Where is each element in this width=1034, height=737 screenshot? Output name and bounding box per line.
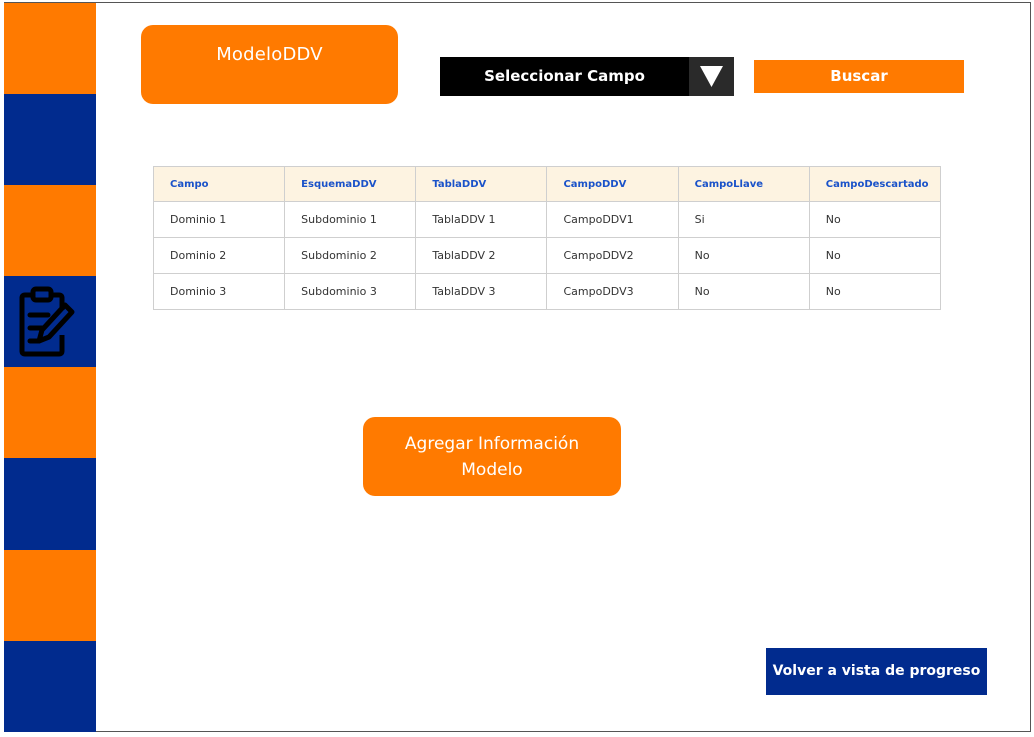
table-cell: CampoDDV3 — [546, 273, 679, 310]
table-cell: Dominio 1 — [152, 201, 286, 238]
table-cell: Si — [677, 201, 810, 238]
table-row[interactable]: Dominio 3 Subdominio 3 TablaDDV 3 CampoD… — [152, 273, 942, 310]
search-button[interactable]: Buscar — [754, 60, 964, 93]
sidebar — [4, 3, 96, 732]
column-header[interactable]: CampoDDV — [546, 166, 679, 202]
model-table: Campo EsquemaDDV TablaDDV CampoDDV Campo… — [152, 166, 942, 310]
sidebar-stripe — [4, 458, 96, 550]
table-header-row: Campo EsquemaDDV TablaDDV CampoDDV Campo… — [152, 166, 942, 202]
table-cell: Subdominio 1 — [284, 201, 417, 238]
model-title: ModeloDDV — [141, 25, 398, 104]
column-header[interactable]: TablaDDV — [415, 166, 548, 202]
column-header[interactable]: CampoDescartado — [808, 166, 942, 202]
table-row[interactable]: Dominio 2 Subdominio 2 TablaDDV 2 CampoD… — [152, 237, 942, 274]
table-cell: TablaDDV 2 — [415, 237, 548, 274]
sidebar-stripe — [4, 367, 96, 458]
table-cell: Dominio 3 — [152, 273, 286, 310]
add-info-label-line1: Agregar Información — [404, 434, 580, 454]
clipboard-edit-icon[interactable] — [19, 285, 75, 357]
sidebar-stripe — [4, 3, 96, 94]
back-to-progress-button[interactable]: Volver a vista de progreso — [766, 648, 987, 695]
table-cell: No — [808, 201, 942, 238]
table-cell: TablaDDV 3 — [415, 273, 548, 310]
table-cell: No — [677, 237, 810, 274]
triangle-down-icon — [700, 66, 723, 87]
table-cell: No — [808, 237, 942, 274]
sidebar-stripe — [4, 94, 96, 185]
column-header[interactable]: CampoLlave — [677, 166, 810, 202]
sidebar-stripe — [4, 550, 96, 641]
table-cell: No — [677, 273, 810, 310]
column-header[interactable]: Campo — [152, 166, 286, 202]
table-cell: No — [808, 273, 942, 310]
field-select-arrow[interactable] — [689, 57, 734, 96]
field-select-value: Seleccionar Campo — [484, 67, 645, 85]
table-row[interactable]: Dominio 1 Subdominio 1 TablaDDV 1 CampoD… — [152, 201, 942, 238]
sidebar-stripe — [4, 641, 96, 732]
table-cell: CampoDDV1 — [546, 201, 679, 238]
table-cell: Dominio 2 — [152, 237, 286, 274]
app-frame — [4, 2, 1031, 732]
table-cell: Subdominio 2 — [284, 237, 417, 274]
add-info-label-line2: Modelo — [461, 460, 523, 480]
sidebar-stripe — [4, 185, 96, 276]
table-cell: TablaDDV 1 — [415, 201, 548, 238]
table-cell: Subdominio 3 — [284, 273, 417, 310]
column-header[interactable]: EsquemaDDV — [284, 166, 417, 202]
add-model-info-button[interactable]: Agregar Información Modelo — [363, 417, 621, 496]
table-cell: CampoDDV2 — [546, 237, 679, 274]
